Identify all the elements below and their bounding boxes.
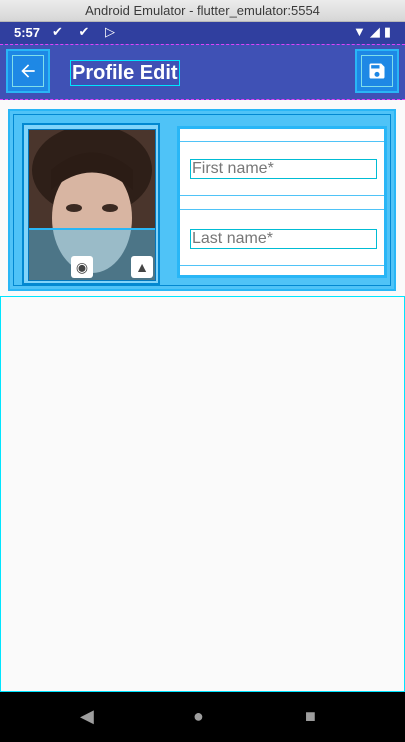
first-name-field[interactable]: First name* <box>190 159 377 179</box>
image-icon: ▲ <box>135 259 149 275</box>
divider <box>180 265 384 266</box>
android-nav-bar: ◀ ● ■ <box>0 692 405 742</box>
camera-icon: ◉ <box>75 258 89 275</box>
nav-back-button[interactable]: ◀ <box>80 706 94 727</box>
page-title: Profile Edit <box>70 60 180 86</box>
camera-button[interactable]: ◉ <box>71 256 93 278</box>
photo-actions-bar: ◉ ▲ <box>29 228 155 280</box>
emulator-window-title: Android Emulator - flutter_emulator:5554 <box>0 0 405 22</box>
content-area <box>0 296 405 692</box>
system-status-icons: ▼◢▮ <box>352 24 395 39</box>
divider <box>180 209 384 210</box>
nav-recents-button[interactable]: ■ <box>305 706 316 727</box>
app-bar: Profile Edit <box>0 44 405 100</box>
save-button[interactable] <box>355 49 399 93</box>
status-bar: 5:57 ✔ ✔ ▷ ▼◢▮ <box>0 22 405 44</box>
nav-home-button[interactable]: ● <box>193 706 204 727</box>
status-time: 5:57 <box>14 25 41 40</box>
save-icon <box>361 55 393 87</box>
last-name-field[interactable]: Last name* <box>190 229 377 249</box>
profile-card-content: ◉ ▲ First name* Last name* <box>13 114 391 286</box>
profile-card: ◉ ▲ First name* Last name* <box>8 109 396 291</box>
back-button[interactable] <box>6 49 50 93</box>
name-form: First name* Last name* <box>177 126 387 278</box>
gallery-button[interactable]: ▲ <box>131 256 153 278</box>
arrow-back-icon <box>12 55 44 87</box>
divider <box>180 141 384 142</box>
photo-frame: ◉ ▲ <box>22 123 160 285</box>
divider <box>180 195 384 196</box>
profile-photo: ◉ ▲ <box>28 129 156 281</box>
notification-icons: ✔ ✔ ▷ <box>52 24 122 39</box>
